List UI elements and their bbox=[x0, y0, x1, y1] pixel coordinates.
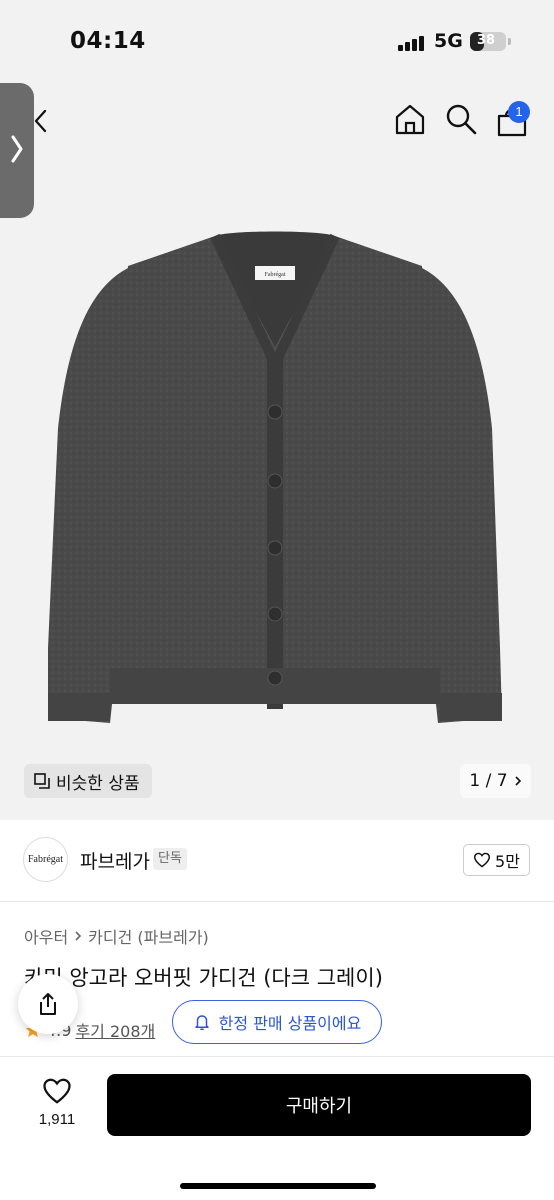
image-pager[interactable]: 1 / 7 bbox=[460, 764, 531, 798]
wishlist-button[interactable]: 1,911 bbox=[34, 1077, 80, 1128]
brand-like-count: 5만 bbox=[495, 852, 520, 871]
brand-logo[interactable]: Fabrégat bbox=[23, 837, 68, 882]
home-indicator[interactable] bbox=[180, 1183, 376, 1189]
back-icon[interactable] bbox=[26, 106, 56, 136]
review-count-link[interactable]: 후기 208개 bbox=[75, 1018, 155, 1042]
status-time: 04:14 bbox=[70, 28, 146, 54]
breadcrumb: 아우터 카디건 (파브레가) bbox=[24, 924, 209, 948]
breadcrumb-subcategory[interactable]: 카디건 (파브레가) bbox=[88, 924, 209, 948]
home-icon[interactable] bbox=[393, 102, 427, 136]
garment-label: Fabrégat bbox=[265, 272, 286, 278]
breadcrumb-category[interactable]: 아우터 bbox=[24, 924, 68, 948]
search-icon[interactable] bbox=[444, 102, 478, 136]
limited-sale-label: 한정 판매 상품이에요 bbox=[218, 1014, 362, 1033]
signal-icon bbox=[398, 35, 424, 51]
heart-icon bbox=[43, 1078, 71, 1104]
chevron-right-icon bbox=[515, 776, 521, 786]
product-title: 카밍 앙고라 오버핏 가디건 (다크 그레이) bbox=[24, 966, 383, 990]
brand-like-button[interactable]: 5만 bbox=[463, 844, 530, 876]
product-gallery[interactable]: 1 Fabrégat 비슷한 상품 1 / 7 bbox=[0, 80, 554, 820]
limited-sale-badge[interactable]: 한정 판매 상품이에요 bbox=[172, 1000, 382, 1044]
wishlist-count: 1,911 bbox=[38, 1111, 76, 1128]
cart-count-badge: 1 bbox=[508, 101, 530, 123]
similar-icon bbox=[34, 773, 50, 789]
exclusive-badge: 단독 bbox=[153, 848, 187, 870]
brand-logo-text: Fabrégat bbox=[28, 854, 63, 865]
similar-products-label: 비슷한 상품 bbox=[56, 773, 140, 794]
buy-button[interactable]: 구매하기 bbox=[107, 1074, 531, 1136]
status-bar: 04:14 5G 38 bbox=[0, 0, 554, 80]
product-image: Fabrégat bbox=[48, 231, 502, 723]
network-type: 5G bbox=[434, 30, 463, 52]
battery-level: 38 bbox=[476, 33, 496, 48]
heart-icon bbox=[474, 852, 491, 868]
brand-name[interactable]: 파브레가 bbox=[80, 847, 150, 874]
bell-icon bbox=[194, 1015, 209, 1031]
battery-icon: 38 bbox=[470, 32, 506, 51]
battery-tip bbox=[508, 38, 511, 45]
share-button[interactable] bbox=[18, 974, 78, 1034]
pager-text: 1 / 7 bbox=[469, 771, 508, 791]
brand-row: Fabrégat 파브레가 단독 5만 bbox=[0, 820, 554, 902]
bottom-action-bar: 1,911 구매하기 bbox=[0, 1056, 554, 1200]
share-icon bbox=[40, 993, 56, 1015]
side-panel-tab[interactable] bbox=[0, 83, 34, 218]
side-panel-chevron-icon bbox=[11, 135, 23, 163]
breadcrumb-chevron-icon bbox=[75, 931, 82, 941]
similar-products-button[interactable]: 비슷한 상품 bbox=[24, 764, 152, 798]
